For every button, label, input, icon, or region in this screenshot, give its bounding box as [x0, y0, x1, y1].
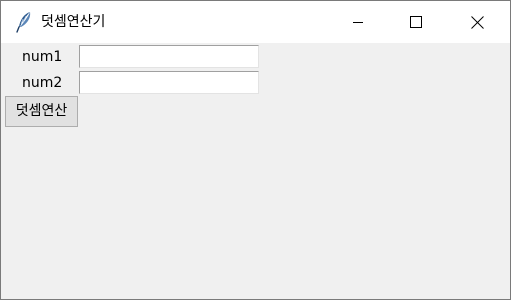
minimize-button[interactable] [329, 1, 387, 43]
close-icon [470, 15, 484, 29]
maximize-icon [410, 16, 422, 28]
add-operation-button[interactable]: 덧셈연산 [5, 96, 78, 127]
num1-label: num1 [22, 49, 63, 65]
num2-input[interactable] [79, 71, 259, 94]
client-area: num1 num2 덧셈연산 [1, 43, 510, 299]
close-button[interactable] [445, 1, 509, 43]
minimize-icon [352, 16, 364, 28]
window-title: 덧셈연산기 [41, 14, 106, 30]
feather-icon [15, 11, 35, 33]
maximize-button[interactable] [387, 1, 445, 43]
num2-label: num2 [22, 75, 63, 91]
title-bar[interactable]: 덧셈연산기 [1, 1, 510, 43]
num1-input[interactable] [79, 45, 259, 68]
app-window: 덧셈연산기 num1 num2 덧셈연산 [0, 0, 511, 300]
